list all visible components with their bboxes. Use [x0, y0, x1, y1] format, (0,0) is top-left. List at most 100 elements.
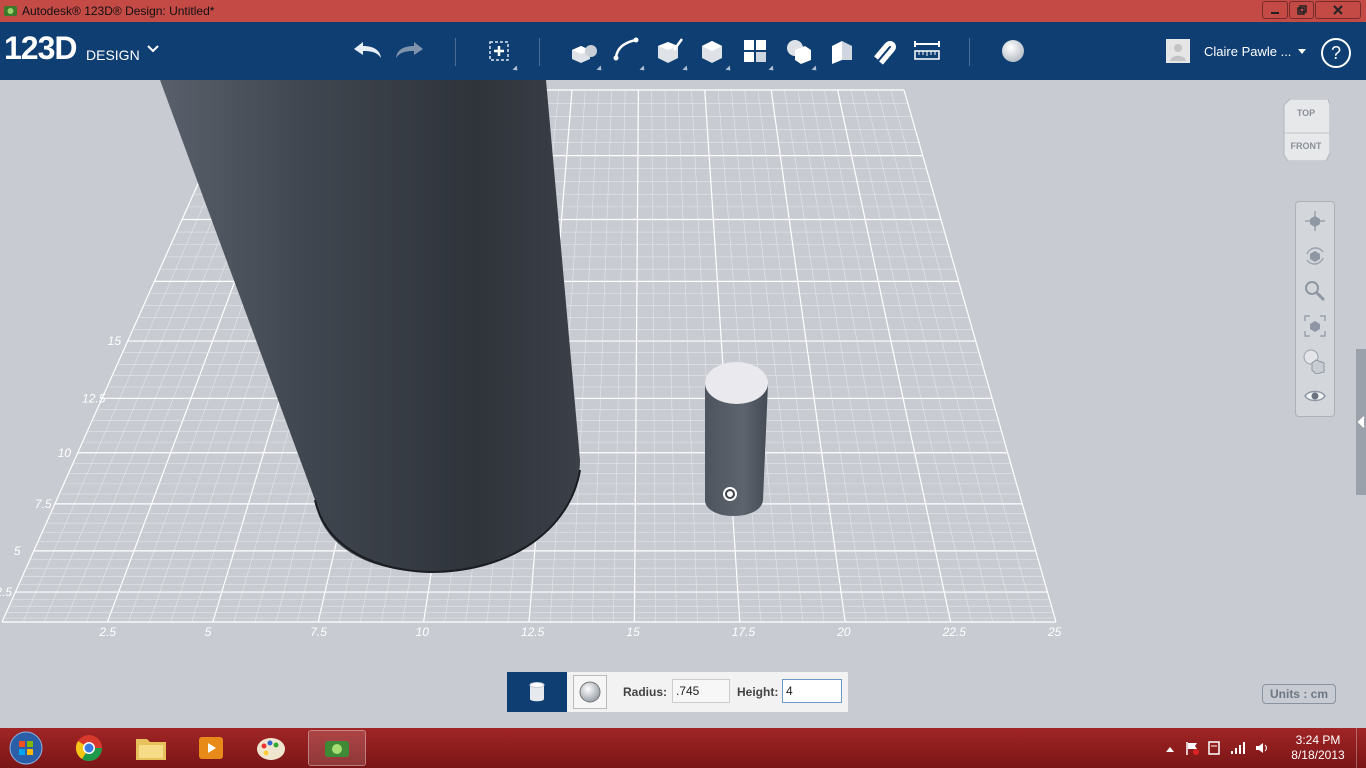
- large-cylinder[interactable]: [160, 80, 581, 574]
- combine-icon: [832, 41, 852, 64]
- units-button[interactable]: Units : cm: [1262, 684, 1336, 704]
- volume-icon[interactable]: [1254, 740, 1270, 756]
- view-cube-front-label[interactable]: FRONT: [1291, 141, 1322, 151]
- minimize-button[interactable]: [1262, 1, 1288, 19]
- modify-button[interactable]: [695, 34, 733, 73]
- 3d-viewport[interactable]: 2.5 5 7.5 10 12.5 15 17.5 20 22.5 25 2.5 5 7.5 10 12.5…: [0, 80, 1366, 728]
- height-input[interactable]: [782, 679, 842, 703]
- taskbar-clock[interactable]: 3:24 PM 8/18/2013: [1288, 733, 1348, 763]
- grid-line: [890, 89, 1036, 623]
- measure-button[interactable]: [910, 34, 944, 68]
- navigation-bar: [1295, 201, 1335, 417]
- zoom-button[interactable]: [1302, 278, 1328, 304]
- toolbar-separator: [455, 38, 456, 66]
- taskbar-chrome[interactable]: [62, 730, 116, 766]
- redo-button[interactable]: [393, 34, 427, 68]
- taskbar-media-player[interactable]: [184, 730, 238, 766]
- grid-line: [633, 89, 640, 623]
- user-icon: [1170, 44, 1186, 61]
- network-signal-icon[interactable]: [1230, 740, 1246, 756]
- grid-line: [691, 89, 720, 623]
- taskbar-explorer[interactable]: [124, 730, 178, 766]
- x-tick-label: 25: [1047, 625, 1062, 639]
- close-icon: [1333, 5, 1343, 15]
- grid-line: [824, 89, 930, 623]
- material-button[interactable]: [996, 34, 1030, 68]
- grid-line: [613, 89, 626, 623]
- y-tick-label: 2.5: [0, 585, 12, 599]
- main-toolbar: 123D DESIGN Claire Pawle ... ?: [0, 22, 1366, 80]
- sketch-button[interactable]: [609, 34, 647, 73]
- eye-icon: [1304, 390, 1326, 402]
- primitives-button[interactable]: [566, 34, 604, 73]
- window-title: Autodesk® 123D® Design: Untitled*: [22, 4, 215, 18]
- construct-button[interactable]: [652, 34, 690, 73]
- minimize-icon: [1271, 12, 1279, 14]
- clock-time: 3:24 PM: [1295, 733, 1341, 747]
- combine-button[interactable]: [824, 34, 858, 68]
- show-hidden-icons-icon[interactable]: [1164, 743, 1176, 755]
- x-tick-label: 2.5: [98, 625, 116, 639]
- action-center-flag-icon[interactable]: [1184, 740, 1200, 756]
- cylinder-shape-button[interactable]: [507, 672, 567, 712]
- transform-button[interactable]: [482, 34, 520, 73]
- pan-button[interactable]: [1302, 208, 1328, 234]
- x-tick-label: 7.5: [310, 625, 327, 639]
- brand-word: DESIGN: [86, 47, 140, 63]
- view-mode-button[interactable]: [1302, 348, 1328, 374]
- user-name: Claire Pawle ...: [1204, 44, 1292, 59]
- shapes-view-icon: [1303, 349, 1325, 374]
- grid-line: [717, 89, 762, 623]
- toolbar-separator: [969, 38, 970, 66]
- orbit-icon: [1306, 247, 1324, 265]
- orbit-button[interactable]: [1302, 243, 1328, 269]
- y-tick-label: 7.5: [35, 497, 52, 511]
- sphere-material-icon: [1002, 40, 1024, 62]
- grouping-button[interactable]: [781, 34, 819, 73]
- grid-line: [570, 89, 599, 623]
- y-tick-label: 10: [58, 446, 72, 460]
- avatar: [1166, 39, 1190, 63]
- primitive-parameters-panel: Radius: Height:: [507, 672, 848, 712]
- grid-line: [757, 89, 825, 623]
- close-window-button[interactable]: [1315, 1, 1361, 19]
- windows-orb-icon: [9, 731, 43, 765]
- grid-line: [664, 89, 677, 623]
- chevron-down-icon: [147, 45, 159, 53]
- sphere-shape-button[interactable]: [573, 675, 607, 709]
- toolbar-separator: [539, 38, 540, 66]
- undo-icon: [354, 42, 381, 58]
- side-panel-handle[interactable]: [1356, 349, 1366, 495]
- grouping-icon: [787, 40, 811, 64]
- cylinder-icon: [529, 682, 545, 702]
- sketch-icon: [613, 37, 639, 61]
- help-button[interactable]: ?: [1321, 38, 1351, 68]
- height-label: Height:: [737, 685, 779, 699]
- view-cube-top-label[interactable]: TOP: [1297, 108, 1315, 118]
- restore-button[interactable]: [1289, 1, 1314, 19]
- windows-taskbar: 3:24 PM 8/18/2013: [0, 728, 1366, 768]
- grid-line: [863, 89, 994, 623]
- radius-input[interactable]: [672, 679, 730, 703]
- visibility-button[interactable]: [1302, 383, 1328, 409]
- app-icon: [4, 6, 17, 16]
- grid-line: [677, 89, 698, 623]
- taskbar-123d-design[interactable]: [308, 730, 366, 766]
- fit-view-button[interactable]: [1302, 313, 1328, 339]
- view-cube[interactable]: TOP FRONT: [1282, 99, 1330, 161]
- x-tick-label: 22.5: [942, 625, 967, 639]
- grid-line: [704, 89, 741, 623]
- show-desktop-button[interactable]: [1356, 728, 1366, 768]
- chevron-down-icon: [1298, 49, 1306, 54]
- ruler-icon: [914, 41, 940, 60]
- taskbar-paint[interactable]: [244, 730, 298, 766]
- title-bar: Autodesk® 123D® Design: Untitled*: [0, 0, 1366, 22]
- snap-button[interactable]: [867, 34, 901, 68]
- small-cylinder[interactable]: [705, 362, 768, 516]
- pattern-button[interactable]: [738, 34, 776, 73]
- undo-button[interactable]: [350, 34, 384, 68]
- grid-canvas[interactable]: 2.5 5 7.5 10 12.5 15 17.5 20 22.5 25 2.5 5 7.5 10 12.5…: [0, 80, 1366, 728]
- device-icon[interactable]: [1206, 740, 1222, 756]
- start-button[interactable]: [4, 730, 48, 766]
- x-tick-label: 17.5: [732, 625, 756, 639]
